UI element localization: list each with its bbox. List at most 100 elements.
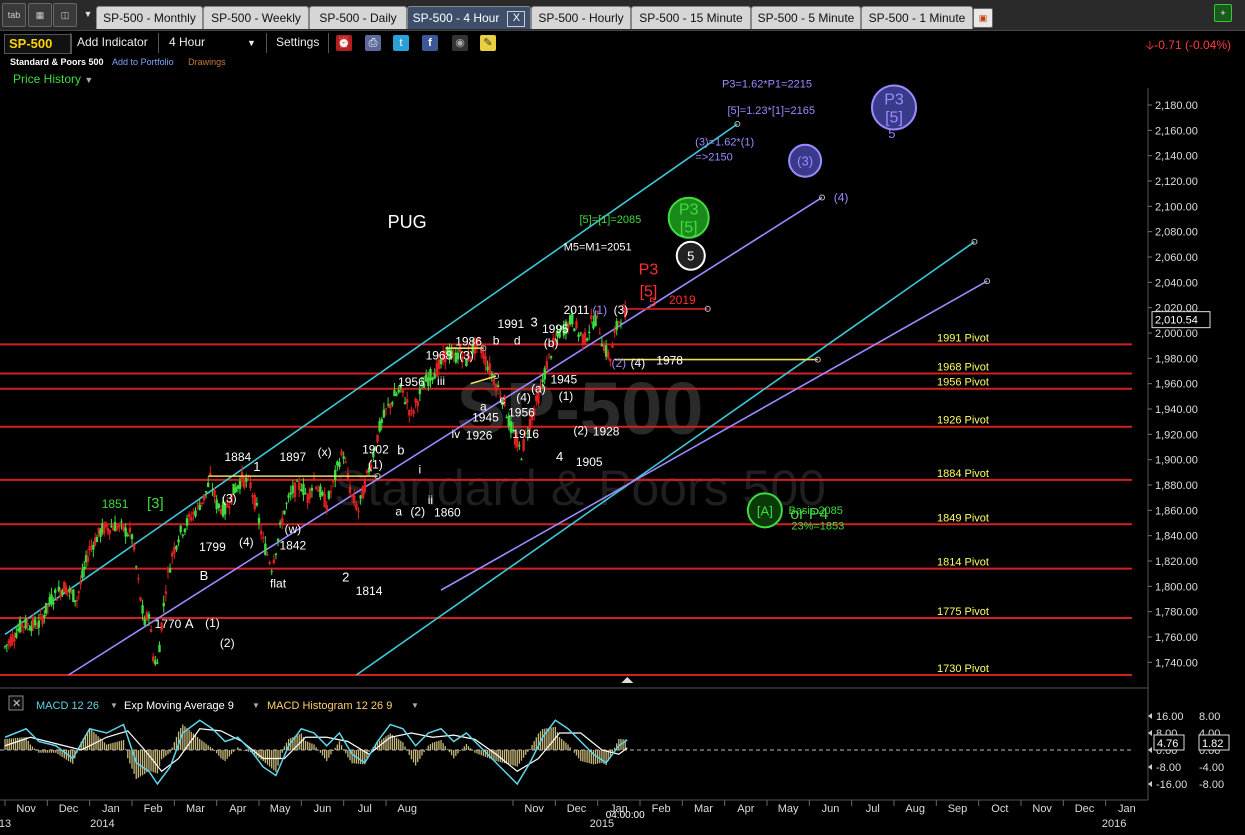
wave-annotation: iii	[437, 374, 445, 388]
wave-annotation: 23%=1853	[791, 520, 844, 532]
candle-body	[353, 495, 356, 504]
candle-body	[126, 534, 129, 536]
candle-body	[450, 350, 453, 359]
note-icon[interactable]: ✎	[480, 35, 496, 51]
tab-sp-500-monthly[interactable]: SP-500 - Monthly	[96, 6, 203, 29]
add-indicator-button[interactable]: Add Indicator	[77, 35, 148, 49]
histogram-chevron-down-icon[interactable]: ▼	[411, 701, 419, 710]
candle-body	[376, 434, 379, 442]
candle-body	[202, 494, 206, 501]
facebook-icon[interactable]: f	[422, 35, 438, 51]
candle-body	[492, 378, 496, 385]
x-year-label: 13	[0, 818, 11, 830]
alarm-clock-icon[interactable]: ⏰	[336, 35, 352, 51]
expand-icon[interactable]: +	[1214, 4, 1232, 22]
histogram-value-box	[1198, 734, 1230, 751]
wave-annotation: 2	[342, 569, 349, 584]
candle-body	[482, 352, 485, 359]
symbol-input[interactable]: SP-500	[4, 34, 72, 54]
macd-tick-marker	[1148, 747, 1152, 753]
interval-chevron-down-icon[interactable]: ▼	[247, 38, 256, 48]
candle-body	[166, 570, 170, 572]
watermark-symbol: SP-500	[457, 367, 704, 450]
candle-body	[285, 503, 288, 505]
candle-body	[194, 510, 197, 517]
layout-grid-icon[interactable]: ▦	[28, 3, 52, 27]
x-month-label: Dec	[59, 803, 79, 815]
interval-select[interactable]: 4 Hour	[169, 35, 205, 49]
wave-annotation: A	[185, 616, 194, 631]
x-month-label: Oct	[991, 803, 1008, 815]
candle-body	[257, 517, 261, 524]
candle-body	[306, 494, 309, 503]
macd-chevron-down-icon[interactable]: ▼	[110, 701, 118, 710]
candle-body	[41, 616, 44, 625]
candle-body	[190, 517, 193, 521]
candle-body	[545, 360, 549, 370]
wave-circle-label: P3	[679, 202, 699, 219]
tab-sp-500-weekly[interactable]: SP-500 - Weekly	[203, 6, 309, 29]
candle-body	[70, 590, 73, 592]
y-tick-label: 2,180.00	[1155, 100, 1198, 112]
wave-annotation: a	[395, 504, 402, 518]
x-month-label: Jul	[358, 803, 372, 815]
add-to-portfolio-link[interactable]: Add to Portfolio	[112, 57, 174, 67]
channel-endpoint	[819, 194, 826, 201]
candle-body	[221, 501, 225, 517]
candle-body	[88, 546, 91, 550]
tab-sp-500-daily[interactable]: SP-500 - Daily	[309, 6, 407, 29]
candle-body	[192, 511, 195, 515]
new-tab-icon[interactable]: ▣	[973, 8, 993, 28]
tab-sp-500-1-minute[interactable]: SP-500 - 1 Minute	[861, 6, 973, 29]
candle-body	[5, 644, 9, 646]
settings-button[interactable]: Settings	[276, 35, 319, 49]
candle-body	[287, 495, 290, 498]
camera-icon[interactable]: ◉	[452, 35, 468, 51]
close-tab-icon[interactable]: X	[507, 10, 526, 27]
drawings-link[interactable]: Drawings	[188, 57, 226, 67]
candle-body	[613, 330, 616, 333]
tab-list-button[interactable]: tab	[2, 3, 26, 27]
candle-body	[106, 527, 110, 532]
tab-sp-500-4-hour[interactable]: SP-500 - 4 Hour X	[407, 6, 531, 29]
candle-body	[291, 485, 295, 493]
y-tick-label: 1,840.00	[1155, 531, 1198, 543]
wave-annotation: (3)=1.62*(1)	[695, 137, 754, 149]
candle-body	[609, 358, 612, 362]
wave-annotation: Basis 2085	[788, 505, 842, 517]
tab-sp-500-15-minute[interactable]: SP-500 - 15 Minute	[631, 6, 751, 29]
wave-annotation: 1814	[356, 584, 383, 598]
layout-split-icon[interactable]: ◫	[53, 3, 77, 27]
wave-annotation: (2)	[220, 636, 235, 650]
tab-scroll-down-icon[interactable]: ▼	[82, 3, 94, 25]
candle-body	[509, 421, 513, 433]
x-year-label: 2016	[1102, 818, 1126, 830]
close-indicator-button[interactable]	[8, 695, 24, 711]
wave-annotation: (a)	[531, 382, 546, 396]
candle-body	[7, 640, 10, 644]
price-chart[interactable]: SP-500 Standard & Poors 500 1991 Pivot 19…	[0, 0, 1245, 835]
candle-body	[300, 489, 303, 492]
candle-body	[355, 504, 358, 510]
wave-annotation: P3	[639, 262, 659, 279]
y-tick-label: 1,740.00	[1155, 657, 1198, 669]
candle-body	[283, 510, 286, 515]
twitter-icon[interactable]: t	[393, 35, 409, 51]
tab-sp-500-5-minute[interactable]: SP-500 - 5 Minute	[751, 6, 861, 29]
tab-sp-500-hourly[interactable]: SP-500 - Hourly	[531, 6, 631, 29]
x-month-label: Jan	[102, 803, 120, 815]
ema-chevron-down-icon[interactable]: ▼	[252, 701, 260, 710]
candle-body	[412, 410, 415, 414]
candle-body	[198, 504, 201, 511]
candle-body	[621, 304, 625, 306]
print-icon[interactable]: ⎙	[365, 35, 381, 51]
price-history-menu[interactable]: Price History ▼	[13, 72, 93, 86]
wave-annotation: (2)	[611, 356, 626, 370]
candle-body	[293, 482, 297, 498]
candle-body	[204, 491, 208, 493]
candle-body	[615, 320, 618, 331]
candle-body	[617, 321, 621, 323]
candle-body	[321, 491, 324, 496]
y-tick-label: 1,980.00	[1155, 353, 1198, 365]
wave-annotation: 4	[556, 449, 563, 464]
